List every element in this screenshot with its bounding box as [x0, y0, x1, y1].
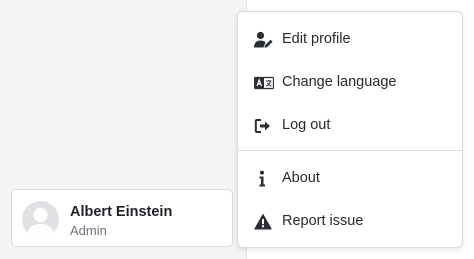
menu-item-label: Change language [282, 74, 397, 90]
menu-item-log-out[interactable]: Log out [238, 108, 462, 144]
sign-out-icon [254, 117, 272, 135]
menu-item-edit-profile[interactable]: Edit profile [238, 22, 462, 58]
user-card[interactable]: Albert Einstein Admin [11, 189, 233, 247]
default-avatar-icon [26, 208, 55, 238]
user-edit-icon [254, 31, 273, 49]
menu-item-label: Edit profile [282, 31, 351, 47]
user-role: Admin [70, 223, 107, 238]
info-icon [254, 170, 272, 188]
user-dropdown-menu: Edit profile Change language Log out Abo… [237, 11, 463, 248]
menu-item-report-issue[interactable]: Report issue [238, 204, 462, 240]
menu-item-change-language[interactable]: Change language [238, 65, 462, 101]
menu-divider [238, 150, 462, 151]
language-icon [254, 74, 274, 92]
menu-item-label: Report issue [282, 213, 364, 229]
avatar [22, 201, 59, 238]
user-name: Albert Einstein [70, 204, 173, 220]
warning-icon [254, 213, 272, 231]
menu-item-about[interactable]: About [238, 161, 462, 197]
menu-item-label: Log out [282, 117, 331, 133]
menu-item-label: About [282, 170, 320, 186]
